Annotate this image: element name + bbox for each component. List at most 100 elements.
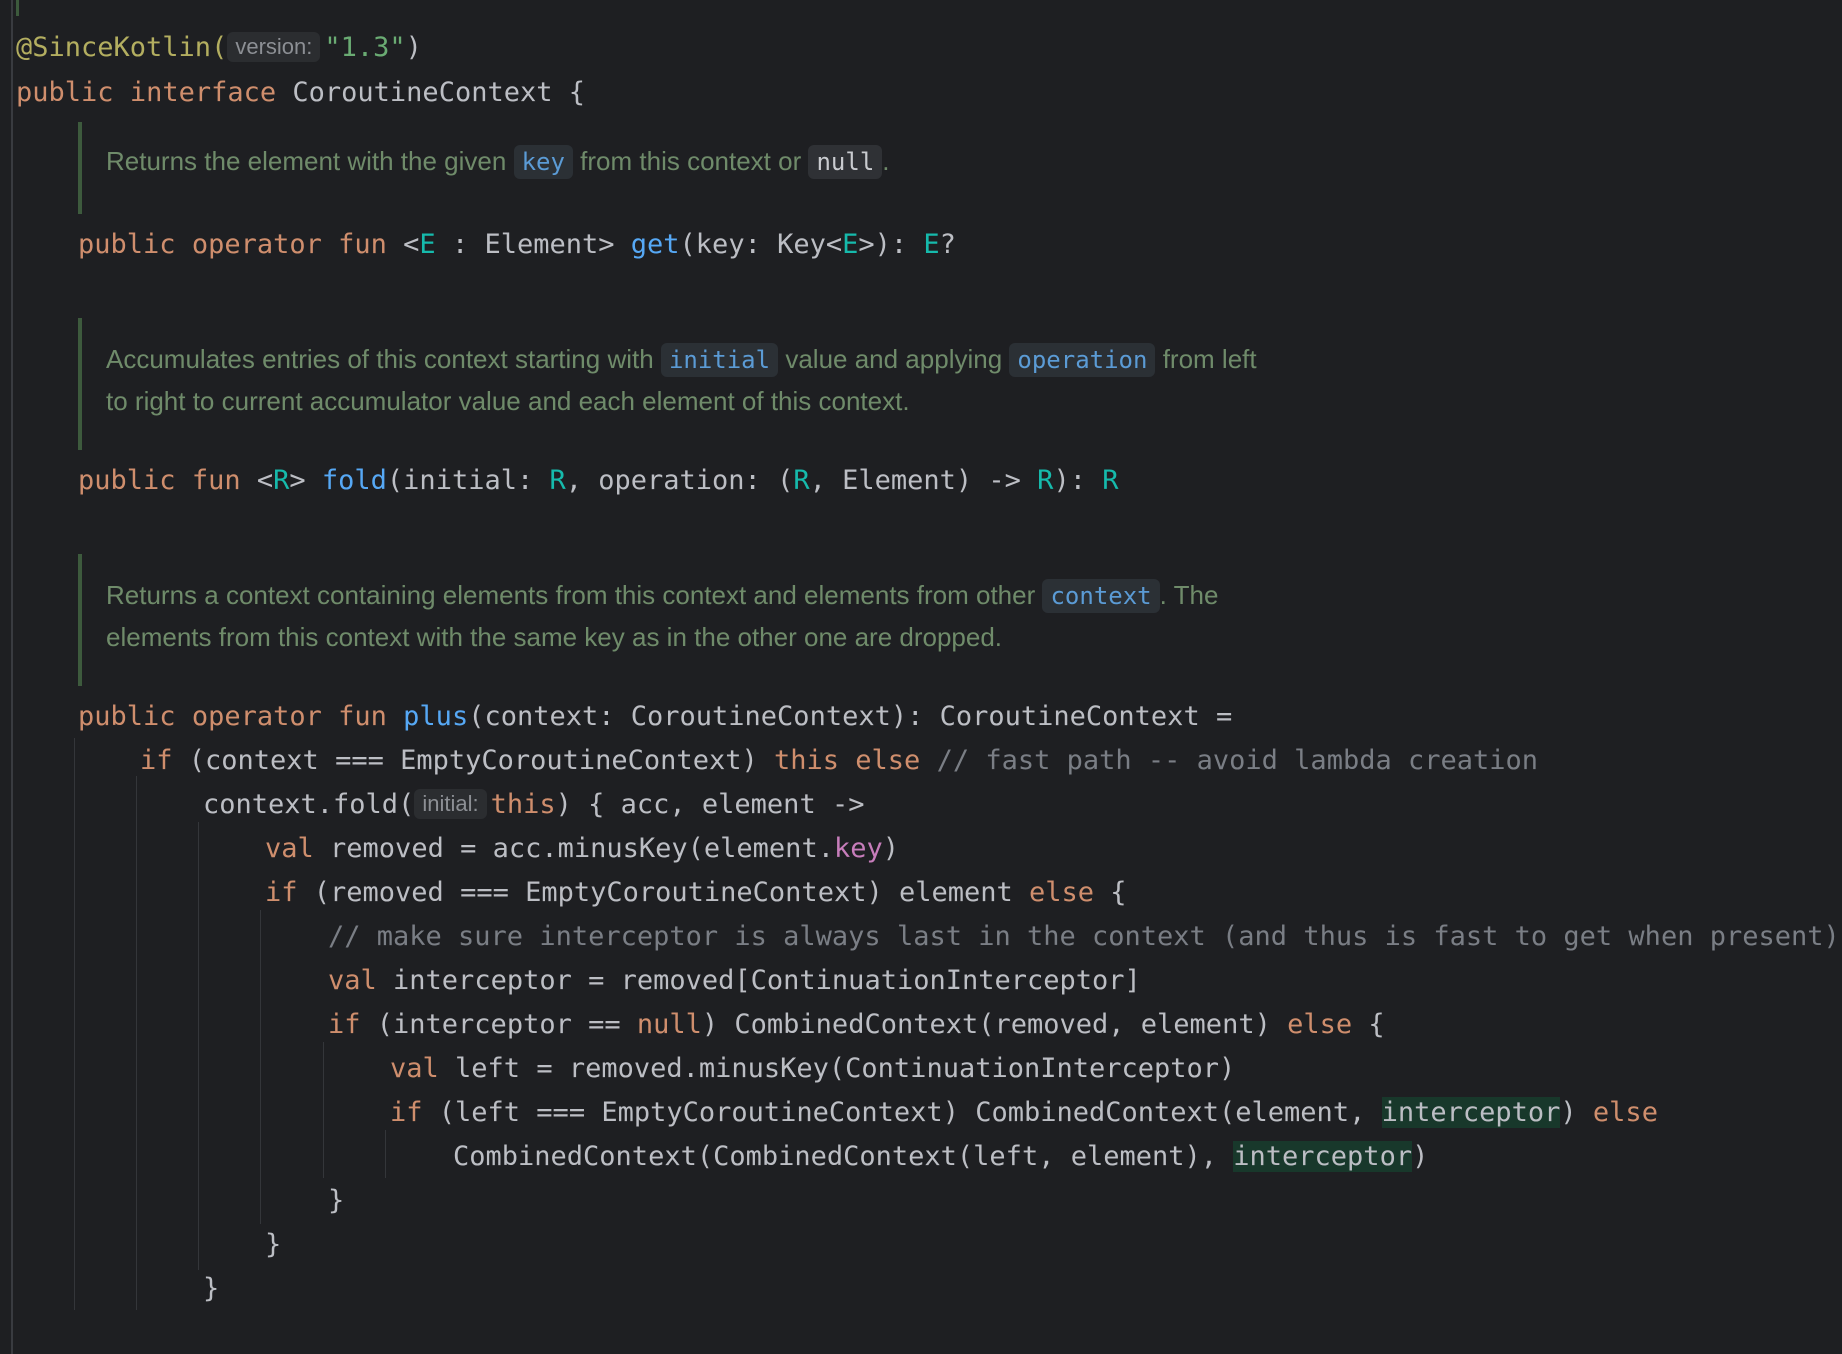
doc-text: from this context or xyxy=(580,146,802,176)
code-line-val-removed[interactable]: val removed = acc.minusKey(element.key) xyxy=(265,829,899,869)
keyword: null xyxy=(636,1009,702,1040)
code-text: (context: CoroutineContext): CoroutineCo… xyxy=(468,701,1233,732)
keyword: if xyxy=(390,1097,423,1128)
annotation: @SinceKotlin( xyxy=(16,32,228,63)
code-text: removed = acc.minusKey(element. xyxy=(313,833,834,864)
doc-code-initial: initial xyxy=(660,343,779,377)
doc-text: Returns a context containing elements fr… xyxy=(106,580,1036,610)
code-text: ) xyxy=(882,833,899,864)
indent-guide xyxy=(136,776,137,1310)
code-line-val-interceptor[interactable]: val interceptor = removed[ContinuationIn… xyxy=(328,961,1141,1001)
keyword: else xyxy=(1029,877,1095,908)
code-line-brace[interactable]: } xyxy=(265,1225,281,1265)
highlighted-usage: interceptor xyxy=(1233,1141,1413,1172)
code-text: (interceptor == xyxy=(360,1009,637,1040)
keyword: else xyxy=(1592,1097,1658,1128)
code-text: CombinedContext(CombinedContext(left, el… xyxy=(453,1141,1234,1172)
type-param: R xyxy=(793,465,810,496)
code-line-annotation[interactable]: @SinceKotlin(version: "1.3") xyxy=(16,28,422,68)
line-comment: // fast path -- avoid lambda creation xyxy=(936,745,1539,776)
keyword: interface xyxy=(129,77,277,108)
code-editor[interactable]: @SinceKotlin(version: "1.3") public inter… xyxy=(0,0,1842,1354)
keyword: operator xyxy=(191,701,322,732)
doc-text: . xyxy=(882,146,890,176)
highlighted-usage: interceptor xyxy=(1381,1097,1561,1128)
code-line-if-left[interactable]: if (left === EmptyCoroutineContext) Comb… xyxy=(390,1093,1658,1133)
function-name: plus xyxy=(403,701,469,732)
keyword: val xyxy=(265,833,314,864)
closing-brace: } xyxy=(203,1273,220,1304)
keyword: public xyxy=(78,465,176,496)
code-text: ) { acc, element -> xyxy=(555,789,865,820)
code-line-if-context[interactable]: if (context === EmptyCoroutineContext) t… xyxy=(140,741,1538,781)
type-param: E xyxy=(923,229,940,260)
type-param: E xyxy=(419,229,436,260)
doc-code-null: null xyxy=(808,145,883,179)
keyword: else xyxy=(1287,1009,1353,1040)
keyword: operator xyxy=(191,229,322,260)
type-param: R xyxy=(1102,465,1119,496)
type-param: R xyxy=(1037,465,1054,496)
doc-comment-get: Returns the element with the given key f… xyxy=(78,122,1178,214)
code-line-plus[interactable]: public operator fun plus(context: Corout… xyxy=(78,697,1232,737)
keyword: if xyxy=(265,877,298,908)
code-text: ? xyxy=(939,229,956,260)
code-text: context.fold( xyxy=(203,789,415,820)
type-param: R xyxy=(549,465,566,496)
type-param: E xyxy=(842,229,859,260)
keyword: fun xyxy=(338,229,387,260)
code-line-fold-call[interactable]: context.fold(initial: this) { acc, elemen… xyxy=(203,785,864,825)
code-text: (context === EmptyCoroutineContext) xyxy=(172,745,774,776)
doc-text: elements from this context with the same… xyxy=(106,622,1003,652)
doc-code-operation: operation xyxy=(1009,343,1156,377)
code-line-if-removed[interactable]: if (removed === EmptyCoroutineContext) e… xyxy=(265,873,1127,913)
code-text: (left === EmptyCoroutineContext) Combine… xyxy=(422,1097,1382,1128)
code-text: { xyxy=(1094,877,1127,908)
doc-comment-fold: Accumulates entries of this context star… xyxy=(78,318,1398,450)
code-line-interface[interactable]: public interface CoroutineContext { xyxy=(16,73,585,113)
code-line-brace[interactable]: } xyxy=(328,1181,344,1221)
function-name: fold xyxy=(321,465,387,496)
code-line-brace[interactable]: } xyxy=(203,1269,219,1309)
indent-guide xyxy=(198,822,199,1270)
gutter-divider xyxy=(11,0,13,1354)
indent-guide xyxy=(74,738,75,1310)
code-text: interceptor = removed[ContinuationInterc… xyxy=(376,965,1141,996)
code-text: < xyxy=(240,465,274,496)
keyword: if xyxy=(328,1009,361,1040)
doc-text: . The xyxy=(1159,580,1219,610)
keyword: if xyxy=(140,745,173,776)
closing-brace: } xyxy=(328,1185,345,1216)
code-line-val-left[interactable]: val left = removed.minusKey(Continuation… xyxy=(390,1049,1235,1089)
doc-text: to right to current accumulator value an… xyxy=(106,386,910,416)
code-text: >): xyxy=(858,229,924,260)
keyword: fun xyxy=(191,465,241,496)
change-marker xyxy=(16,0,19,16)
code-line-fold[interactable]: public fun <R> fold(initial: R, operatio… xyxy=(78,461,1118,501)
code-line-if-interceptor[interactable]: if (interceptor == null) CombinedContext… xyxy=(328,1005,1385,1045)
keyword: public xyxy=(78,701,176,732)
indent-guide xyxy=(323,1042,324,1178)
code-line-get[interactable]: public operator fun <E : Element> get(ke… xyxy=(78,225,956,265)
doc-code-key: key xyxy=(513,145,573,179)
code-text: : Element> xyxy=(435,229,631,260)
code-text: > xyxy=(289,465,322,496)
indent-guide xyxy=(260,910,261,1224)
code-text: (removed === EmptyCoroutineContext) elem… xyxy=(297,877,1030,908)
type-param: R xyxy=(273,465,290,496)
paren: ) xyxy=(405,32,422,63)
code-text: (initial: xyxy=(386,465,550,496)
code-text: , operation: ( xyxy=(565,465,794,496)
code-line-comment[interactable]: // make sure interceptor is always last … xyxy=(328,917,1840,957)
code-text: , Element) -> xyxy=(809,465,1038,496)
parameter-hint: initial: xyxy=(414,789,487,819)
code-text: ): xyxy=(1053,465,1103,496)
code-text: (key: Key< xyxy=(679,229,843,260)
doc-text: Returns the element with the given xyxy=(106,146,507,176)
keyword: val xyxy=(390,1053,439,1084)
code-text: ) xyxy=(1412,1141,1429,1172)
keyword: public xyxy=(78,229,176,260)
code-text: ) CombinedContext(removed, element) xyxy=(701,1009,1288,1040)
code-line-combined[interactable]: CombinedContext(CombinedContext(left, el… xyxy=(453,1137,1428,1177)
code-text: left = removed.minusKey(ContinuationInte… xyxy=(438,1053,1236,1084)
